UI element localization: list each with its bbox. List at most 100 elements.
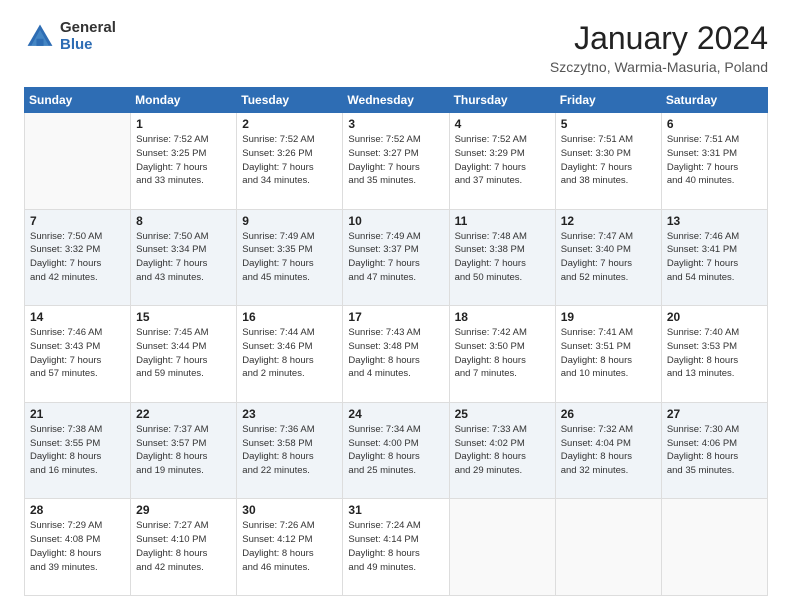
calendar-cell-w4-d1: 22 Sunrise: 7:37 AM Sunset: 3:57 PM Dayli… xyxy=(131,402,237,499)
calendar-cell-w2-d5: 12Sunrise: 7:47 AM Sunset: 3:40 PM Dayli… xyxy=(555,209,661,306)
day-info: Sunrise: 7:51 AM Sunset: 3:30 PM Dayligh… xyxy=(561,133,656,188)
day-number: 8 xyxy=(136,214,231,228)
day-number: 14 xyxy=(30,310,125,324)
day-info: Sunrise: 7:52 AM Sunset: 3:25 PM Dayligh… xyxy=(136,133,231,188)
col-tuesday: Tuesday xyxy=(237,88,343,113)
calendar-cell-w1-d1: 1Sunrise: 7:52 AM Sunset: 3:25 PM Daylig… xyxy=(131,113,237,210)
col-thursday: Thursday xyxy=(449,88,555,113)
col-saturday: Saturday xyxy=(661,88,767,113)
calendar-cell-w4-d4: 25Sunrise: 7:33 AM Sunset: 4:02 PM Dayli… xyxy=(449,402,555,499)
day-number: 5 xyxy=(561,117,656,131)
day-info: Sunrise: 7:50 AM Sunset: 3:32 PM Dayligh… xyxy=(30,230,125,285)
col-monday: Monday xyxy=(131,88,237,113)
calendar-cell-w5-d4 xyxy=(449,499,555,596)
day-number: 18 xyxy=(455,310,550,324)
col-wednesday: Wednesday xyxy=(343,88,449,113)
week-row-5: 28 Sunrise: 7:29 AM Sunset: 4:08 PM Dayli… xyxy=(25,499,768,596)
calendar-cell-w1-d0 xyxy=(25,113,131,210)
day-number: 7 xyxy=(30,214,125,228)
day-number: 16 xyxy=(242,310,337,324)
day-number: 13 xyxy=(667,214,762,228)
calendar-cell-w3-d5: 19 Sunrise: 7:41 AM Sunset: 3:51 PM Dayli… xyxy=(555,306,661,403)
day-number: 6 xyxy=(667,117,762,131)
day-info: Sunrise: 7:38 AM Sunset: 3:55 PM Dayligh… xyxy=(30,423,125,478)
calendar-title: January 2024 xyxy=(550,20,768,57)
logo: General Blue xyxy=(24,20,116,53)
calendar-cell-w2-d4: 11Sunrise: 7:48 AM Sunset: 3:38 PM Dayli… xyxy=(449,209,555,306)
day-info: Sunrise: 7:47 AM Sunset: 3:40 PM Dayligh… xyxy=(561,230,656,285)
day-number: 21 xyxy=(30,407,125,421)
calendar-cell-w1-d5: 5 Sunrise: 7:51 AM Sunset: 3:30 PM Daylig… xyxy=(555,113,661,210)
day-info: Sunrise: 7:52 AM Sunset: 3:26 PM Dayligh… xyxy=(242,133,337,188)
calendar-cell-w5-d0: 28 Sunrise: 7:29 AM Sunset: 4:08 PM Dayli… xyxy=(25,499,131,596)
calendar-cell-w3-d2: 16 Sunrise: 7:44 AM Sunset: 3:46 PM Dayli… xyxy=(237,306,343,403)
day-number: 10 xyxy=(348,214,443,228)
day-info: Sunrise: 7:46 AM Sunset: 3:41 PM Dayligh… xyxy=(667,230,762,285)
day-number: 25 xyxy=(455,407,550,421)
logo-general-text: General xyxy=(60,20,116,37)
day-number: 15 xyxy=(136,310,231,324)
calendar-cell-w3-d1: 15 Sunrise: 7:45 AM Sunset: 3:44 PM Dayli… xyxy=(131,306,237,403)
calendar-cell-w4-d5: 26Sunrise: 7:32 AM Sunset: 4:04 PM Dayli… xyxy=(555,402,661,499)
logo-text: General Blue xyxy=(60,20,116,53)
day-info: Sunrise: 7:40 AM Sunset: 3:53 PM Dayligh… xyxy=(667,326,762,381)
calendar-cell-w2-d0: 7 Sunrise: 7:50 AM Sunset: 3:32 PM Daylig… xyxy=(25,209,131,306)
day-info: Sunrise: 7:37 AM Sunset: 3:57 PM Dayligh… xyxy=(136,423,231,478)
day-info: Sunrise: 7:44 AM Sunset: 3:46 PM Dayligh… xyxy=(242,326,337,381)
day-info: Sunrise: 7:30 AM Sunset: 4:06 PM Dayligh… xyxy=(667,423,762,478)
day-number: 28 xyxy=(30,503,125,517)
week-row-1: 1Sunrise: 7:52 AM Sunset: 3:25 PM Daylig… xyxy=(25,113,768,210)
calendar-cell-w3-d3: 17Sunrise: 7:43 AM Sunset: 3:48 PM Dayli… xyxy=(343,306,449,403)
day-info: Sunrise: 7:42 AM Sunset: 3:50 PM Dayligh… xyxy=(455,326,550,381)
calendar-cell-w4-d0: 21 Sunrise: 7:38 AM Sunset: 3:55 PM Dayli… xyxy=(25,402,131,499)
day-info: Sunrise: 7:46 AM Sunset: 3:43 PM Dayligh… xyxy=(30,326,125,381)
page: General Blue January 2024 Szczytno, Warm… xyxy=(0,0,792,612)
calendar-cell-w5-d6 xyxy=(661,499,767,596)
day-info: Sunrise: 7:48 AM Sunset: 3:38 PM Dayligh… xyxy=(455,230,550,285)
day-number: 4 xyxy=(455,117,550,131)
day-number: 19 xyxy=(561,310,656,324)
day-info: Sunrise: 7:51 AM Sunset: 3:31 PM Dayligh… xyxy=(667,133,762,188)
calendar-cell-w1-d3: 3Sunrise: 7:52 AM Sunset: 3:27 PM Daylig… xyxy=(343,113,449,210)
day-number: 22 xyxy=(136,407,231,421)
day-number: 30 xyxy=(242,503,337,517)
day-info: Sunrise: 7:27 AM Sunset: 4:10 PM Dayligh… xyxy=(136,519,231,574)
day-number: 2 xyxy=(242,117,337,131)
calendar-cell-w4-d3: 24 Sunrise: 7:34 AM Sunset: 4:00 PM Dayli… xyxy=(343,402,449,499)
day-info: Sunrise: 7:43 AM Sunset: 3:48 PM Dayligh… xyxy=(348,326,443,381)
title-block: January 2024 Szczytno, Warmia-Masuria, P… xyxy=(550,20,768,75)
calendar-cell-w1-d4: 4 Sunrise: 7:52 AM Sunset: 3:29 PM Daylig… xyxy=(449,113,555,210)
calendar-cell-w1-d2: 2 Sunrise: 7:52 AM Sunset: 3:26 PM Daylig… xyxy=(237,113,343,210)
day-info: Sunrise: 7:49 AM Sunset: 3:35 PM Dayligh… xyxy=(242,230,337,285)
day-number: 23 xyxy=(242,407,337,421)
header: General Blue January 2024 Szczytno, Warm… xyxy=(24,20,768,75)
calendar-cell-w3-d6: 20 Sunrise: 7:40 AM Sunset: 3:53 PM Dayli… xyxy=(661,306,767,403)
week-row-2: 7 Sunrise: 7:50 AM Sunset: 3:32 PM Daylig… xyxy=(25,209,768,306)
day-info: Sunrise: 7:29 AM Sunset: 4:08 PM Dayligh… xyxy=(30,519,125,574)
week-row-3: 14 Sunrise: 7:46 AM Sunset: 3:43 PM Dayli… xyxy=(25,306,768,403)
day-info: Sunrise: 7:50 AM Sunset: 3:34 PM Dayligh… xyxy=(136,230,231,285)
day-number: 26 xyxy=(561,407,656,421)
day-info: Sunrise: 7:26 AM Sunset: 4:12 PM Dayligh… xyxy=(242,519,337,574)
day-number: 9 xyxy=(242,214,337,228)
calendar-cell-w2-d1: 8 Sunrise: 7:50 AM Sunset: 3:34 PM Daylig… xyxy=(131,209,237,306)
calendar-location: Szczytno, Warmia-Masuria, Poland xyxy=(550,59,768,75)
calendar-cell-w2-d3: 10Sunrise: 7:49 AM Sunset: 3:37 PM Dayli… xyxy=(343,209,449,306)
calendar-cell-w5-d3: 31 Sunrise: 7:24 AM Sunset: 4:14 PM Dayli… xyxy=(343,499,449,596)
calendar-cell-w5-d1: 29 Sunrise: 7:27 AM Sunset: 4:10 PM Dayli… xyxy=(131,499,237,596)
day-number: 24 xyxy=(348,407,443,421)
logo-blue-text: Blue xyxy=(60,37,116,54)
day-number: 31 xyxy=(348,503,443,517)
day-info: Sunrise: 7:24 AM Sunset: 4:14 PM Dayligh… xyxy=(348,519,443,574)
day-number: 29 xyxy=(136,503,231,517)
day-info: Sunrise: 7:45 AM Sunset: 3:44 PM Dayligh… xyxy=(136,326,231,381)
day-info: Sunrise: 7:52 AM Sunset: 3:29 PM Dayligh… xyxy=(455,133,550,188)
day-number: 20 xyxy=(667,310,762,324)
day-info: Sunrise: 7:41 AM Sunset: 3:51 PM Dayligh… xyxy=(561,326,656,381)
day-info: Sunrise: 7:34 AM Sunset: 4:00 PM Dayligh… xyxy=(348,423,443,478)
calendar-cell-w5-d2: 30 Sunrise: 7:26 AM Sunset: 4:12 PM Dayli… xyxy=(237,499,343,596)
day-number: 3 xyxy=(348,117,443,131)
week-row-4: 21 Sunrise: 7:38 AM Sunset: 3:55 PM Dayli… xyxy=(25,402,768,499)
calendar-cell-w4-d2: 23Sunrise: 7:36 AM Sunset: 3:58 PM Dayli… xyxy=(237,402,343,499)
calendar-cell-w1-d6: 6 Sunrise: 7:51 AM Sunset: 3:31 PM Daylig… xyxy=(661,113,767,210)
